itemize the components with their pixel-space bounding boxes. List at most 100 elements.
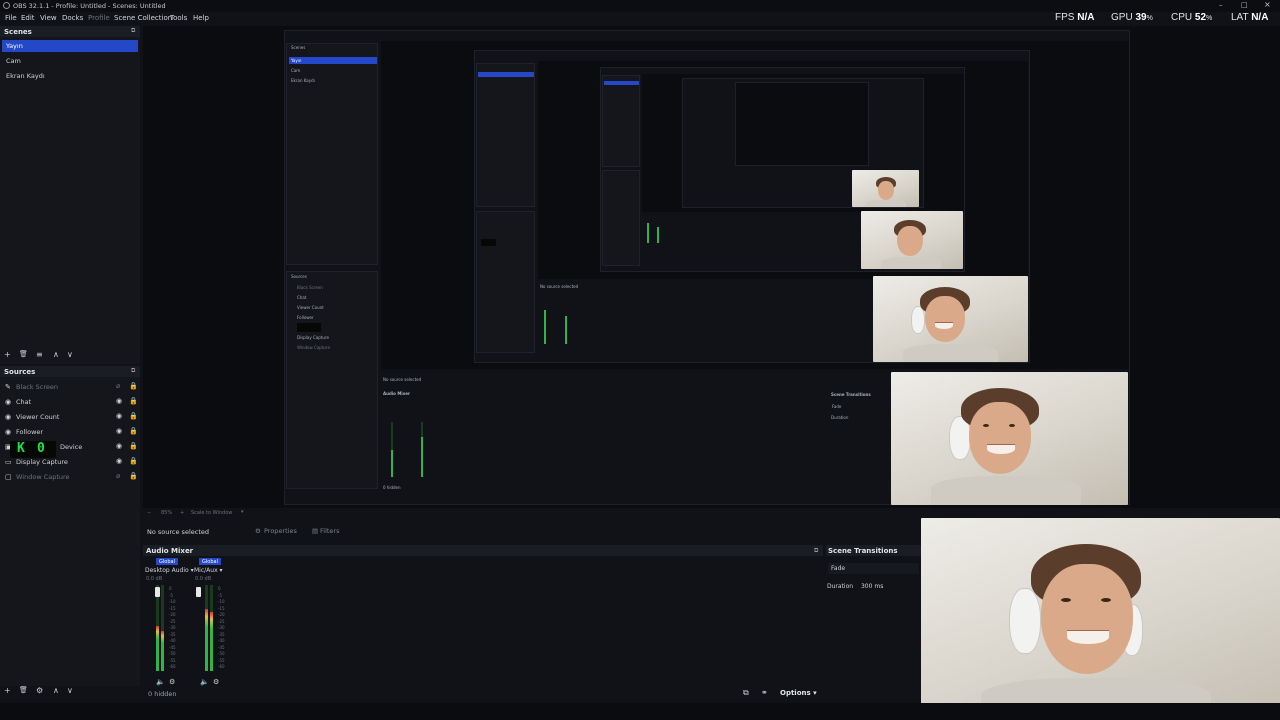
source-label: Black Screen	[16, 383, 58, 391]
source-item-chat[interactable]: ◉ Chat ◉ 🔒	[4, 397, 138, 411]
move-source-down-button[interactable]: ∨	[67, 686, 73, 695]
remove-scene-button[interactable]: 🗑	[19, 350, 28, 358]
globe-icon: ◉	[5, 428, 12, 436]
scale-mode[interactable]: Scale to Window	[191, 510, 232, 516]
scene-filters-button[interactable]: ≡	[36, 350, 43, 359]
gear-icon[interactable]: ⚙	[213, 678, 219, 686]
visibility-icon[interactable]: ◉	[116, 427, 122, 435]
lock-icon[interactable]: 🔒	[129, 442, 138, 450]
source-item-black-screen[interactable]: ✎ Black Screen ⌀ 🔒	[4, 382, 138, 396]
db-tick: -60	[169, 664, 176, 669]
menu-edit[interactable]: Edit	[21, 14, 35, 22]
menu-tools[interactable]: Tools	[170, 14, 187, 22]
db-tick: -50	[169, 651, 176, 656]
source-item-window-capture[interactable]: ▢ Window Capture ⌀ 🔒	[4, 472, 138, 486]
lock-icon[interactable]: 🔒	[129, 427, 138, 435]
scenes-dock-title: Scenes	[0, 26, 140, 37]
dock-undock-icon[interactable]: ⧉	[814, 547, 818, 555]
properties-button[interactable]: Properties	[264, 527, 297, 535]
nested2-scenes	[476, 63, 535, 207]
nested-scenes-title: Scenes	[291, 45, 306, 50]
scene-item-cam[interactable]: Cam	[2, 55, 138, 67]
dock-undock-icon[interactable]: ⧉	[131, 27, 135, 35]
zoom-in-icon[interactable]: +	[180, 510, 184, 516]
duration-label: Duration	[827, 583, 854, 590]
lock-icon[interactable]: 🔒	[129, 382, 138, 390]
menu-docks[interactable]: Docks	[62, 14, 83, 22]
close-button[interactable]: ×	[1264, 0, 1271, 9]
add-scene-button[interactable]: +	[4, 350, 11, 359]
duration-value[interactable]: 300 ms	[861, 583, 883, 590]
move-scene-down-button[interactable]: ∨	[67, 350, 73, 359]
transition-select[interactable]: Fade	[828, 563, 919, 574]
visibility-hidden-icon[interactable]: ⌀	[116, 382, 120, 390]
nested3-sources	[602, 170, 640, 266]
menu-scene-collection[interactable]: Scene Collection	[114, 14, 172, 22]
nested-scene-ekran: Ekran Kaydı	[291, 78, 315, 83]
channel-db-mic: 0.0 dB	[195, 576, 212, 582]
brush-icon: ✎	[5, 383, 11, 391]
scene-item-ekran-kaydi[interactable]: Ekran Kaydı	[2, 70, 138, 82]
volume-meter-mic-r	[210, 585, 213, 671]
source-item-viewer-count[interactable]: ◉ Viewer Count ◉ 🔒	[4, 412, 138, 426]
lock-icon[interactable]: 🔒	[129, 457, 138, 465]
source-properties-button[interactable]: ⚙	[36, 686, 43, 695]
meter-fill-mic	[205, 609, 208, 671]
channel-badge-mic: Global	[199, 558, 221, 565]
visibility-icon[interactable]: ◉	[116, 457, 122, 465]
source-label: Window Capture	[16, 473, 70, 481]
nested-source-2: Chat	[297, 295, 307, 300]
lock-icon[interactable]: 🔒	[129, 397, 138, 405]
scene-item-yayin[interactable]: Yayın	[2, 40, 138, 52]
visibility-icon[interactable]: ◉	[116, 412, 122, 420]
speaker-icon[interactable]: 🔈	[200, 678, 209, 686]
volume-fader-mic[interactable]	[196, 587, 201, 597]
lock-icon[interactable]: 🔒	[129, 412, 138, 420]
menu-file[interactable]: File	[5, 14, 17, 22]
gpu-percent: %	[1146, 15, 1153, 22]
nested-fade: Fade	[832, 404, 842, 409]
add-source-button[interactable]: +	[4, 686, 11, 695]
move-scene-up-button[interactable]: ∧	[53, 350, 59, 359]
channel-name-mic[interactable]: Mic/Aux ▾	[194, 567, 223, 574]
channel-db-desktop: 0.0 dB	[146, 576, 163, 582]
visibility-hidden-icon[interactable]: ⌀	[116, 472, 120, 480]
nested-source-1: Black Screen	[297, 285, 323, 290]
nested2-sources	[476, 211, 535, 353]
speaker-icon[interactable]: 🔈	[156, 678, 165, 686]
maximize-button[interactable]: □	[1241, 1, 1248, 9]
visibility-icon[interactable]: ◉	[116, 442, 122, 450]
nested3-meter	[647, 223, 649, 243]
nested2-selected	[478, 72, 534, 77]
window-icon: ▢	[5, 473, 12, 481]
source-item-display-capture[interactable]: ▭ Display Capture ◉ 🔒	[4, 457, 138, 471]
gear-icon[interactable]: ⚙	[169, 678, 175, 686]
mixer-link-icon[interactable]: ⚭	[761, 688, 768, 697]
menu-view[interactable]: View	[40, 14, 57, 22]
visibility-icon[interactable]: ◉	[116, 397, 122, 405]
filters-button[interactable]: Filters	[320, 527, 339, 535]
menu-help[interactable]: Help	[193, 14, 209, 22]
filter-icon: ▤	[312, 527, 319, 535]
remove-source-button[interactable]: 🗑	[19, 686, 28, 694]
zoom-out-icon[interactable]: −	[147, 510, 151, 516]
source-item-follower[interactable]: ◉ Follower ◉ 🔒	[4, 427, 138, 441]
nested-meter-2	[421, 437, 423, 477]
channel-name-desktop[interactable]: Desktop Audio ▾	[145, 567, 194, 574]
move-source-up-button[interactable]: ∧	[53, 686, 59, 695]
nested-duration: Duration	[831, 415, 849, 420]
lock-icon[interactable]: 🔒	[129, 472, 138, 480]
options-button[interactable]: Options ▾	[780, 689, 817, 697]
menu-profile[interactable]: Profile	[88, 14, 110, 22]
minimize-button[interactable]: –	[1219, 1, 1223, 9]
volume-fader-desktop[interactable]	[155, 587, 160, 597]
dock-undock-icon[interactable]: ⧉	[131, 367, 135, 375]
db-scale-desktop: 0 -5 -10 -15 -20 -25 -30 -35 -40 -45 -50 -55 -60	[169, 586, 176, 671]
chevron-down-icon[interactable]: ▾	[241, 509, 244, 515]
mixer-layout-icon[interactable]: ⧉	[743, 688, 749, 698]
fps-value: N/A	[1077, 12, 1095, 23]
nested2-meter-1	[544, 310, 546, 344]
hidden-count[interactable]: 0 hidden	[148, 690, 177, 698]
nested-no-source: No source selected	[383, 377, 422, 382]
lat-value: N/A	[1251, 12, 1269, 23]
